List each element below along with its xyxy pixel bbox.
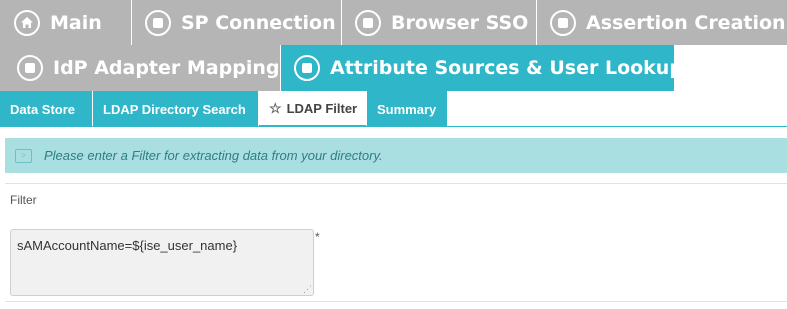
info-banner: > Please enter a Filter for extracting d… bbox=[5, 138, 787, 173]
subtab-summary-label: Summary bbox=[377, 101, 437, 117]
subtab-ldap-directory-search-label: LDAP Directory Search bbox=[103, 101, 246, 117]
divider bbox=[5, 301, 787, 302]
subtab-summary[interactable]: Summary bbox=[367, 91, 448, 127]
divider bbox=[5, 183, 787, 184]
subtab-ldap-filter[interactable]: ☆ LDAP Filter bbox=[259, 91, 367, 127]
filter-label: Filter bbox=[10, 193, 37, 207]
tab-browser-sso[interactable]: Browser SSO bbox=[342, 0, 537, 45]
stop-circle-icon bbox=[294, 55, 320, 81]
subtab-data-store[interactable]: Data Store bbox=[0, 91, 93, 127]
tab-browser-sso-label: Browser SSO bbox=[391, 11, 529, 34]
tab-assertion-creation[interactable]: Assertion Creation bbox=[537, 0, 787, 45]
resize-grip-icon[interactable]: ⋰ bbox=[303, 284, 312, 295]
tab-main-label: Main bbox=[50, 11, 102, 34]
subtab-data-store-label: Data Store bbox=[10, 101, 76, 117]
tab-attribute-sources-user-lookup[interactable]: Attribute Sources & User Lookup bbox=[281, 45, 683, 91]
subtab-ldap-directory-search[interactable]: LDAP Directory Search bbox=[93, 91, 259, 127]
subtab-underline bbox=[0, 126, 787, 127]
tab-attribute-sources-label: Attribute Sources & User Lookup bbox=[330, 57, 683, 79]
main-tabs-row-2: IdP Adapter Mapping Attribute Sources & … bbox=[0, 45, 683, 91]
tab-sp-connection-label: SP Connection bbox=[181, 11, 336, 34]
stop-circle-icon bbox=[17, 55, 43, 81]
main-tabs-row-1: Main SP Connection Browser SSO Assertion… bbox=[0, 0, 787, 45]
star-icon: ☆ bbox=[269, 99, 282, 116]
home-icon bbox=[14, 9, 40, 36]
required-marker: * bbox=[315, 230, 320, 244]
stop-circle-icon bbox=[145, 9, 171, 36]
filter-textarea[interactable]: sAMAccountName=${ise_user_name} bbox=[10, 229, 314, 296]
stop-circle-icon bbox=[355, 9, 381, 36]
sub-tabs: Data Store LDAP Directory Search ☆ LDAP … bbox=[0, 91, 448, 127]
tab-idp-adapter-mapping[interactable]: IdP Adapter Mapping bbox=[0, 45, 281, 91]
tab-main[interactable]: Main bbox=[0, 0, 132, 45]
stop-circle-icon bbox=[550, 9, 576, 36]
tab-assertion-creation-label: Assertion Creation bbox=[586, 11, 786, 34]
info-message: Please enter a Filter for extracting dat… bbox=[44, 148, 383, 163]
tab-idp-adapter-mapping-label: IdP Adapter Mapping bbox=[53, 57, 280, 79]
subtab-ldap-filter-label: LDAP Filter bbox=[286, 100, 358, 116]
info-panel-icon: > bbox=[15, 148, 32, 163]
tab-sp-connection[interactable]: SP Connection bbox=[132, 0, 342, 45]
